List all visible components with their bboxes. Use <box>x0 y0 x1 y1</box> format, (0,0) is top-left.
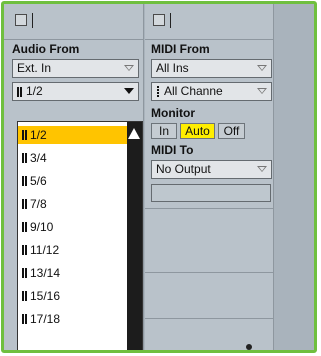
midi-to-value: No Output <box>156 162 211 176</box>
midi-channel-chooser[interactable]: All Channe <box>151 82 272 101</box>
dropdown-item-label: 11/12 <box>30 243 60 257</box>
stereo-channel-icon <box>17 87 22 97</box>
chevron-down-icon <box>257 166 267 172</box>
dropdown-item-label: 9/10 <box>30 220 54 234</box>
partial-track-header <box>275 4 314 40</box>
dropdown-item[interactable]: 11/12 <box>18 241 128 259</box>
divider <box>145 318 273 319</box>
scroll-up-arrow-icon[interactable] <box>128 128 140 139</box>
stereo-channel-icon <box>22 153 27 163</box>
midi-to-chooser[interactable]: No Output <box>151 160 272 179</box>
stereo-channel-icon <box>22 268 27 278</box>
chevron-down-icon <box>124 88 134 94</box>
stereo-channel-icon <box>22 314 27 324</box>
stereo-channel-icon <box>22 176 27 186</box>
track-arm-box[interactable] <box>15 14 27 26</box>
audio-input-type-value: Ext. In <box>17 61 52 75</box>
audio-input-type-chooser[interactable]: Ext. In <box>12 59 139 78</box>
track-arm-box[interactable] <box>153 14 165 26</box>
dropdown-item-label: 17/18 <box>30 312 61 326</box>
input-channel-dropdown[interactable]: 1/2 3/4 5/6 7/8 9/10 11/12 13/14 15/16 17/18 <box>17 121 143 350</box>
chevron-down-icon <box>257 65 267 71</box>
dropdown-item[interactable]: 5/6 <box>18 172 128 190</box>
dropdown-item-label: 1/2 <box>30 128 47 142</box>
dropdown-item[interactable]: 15/16 <box>18 287 128 305</box>
stereo-channel-icon <box>22 199 27 209</box>
text-cursor-icon <box>32 13 33 28</box>
dropdown-item-label: 3/4 <box>30 151 47 165</box>
monitor-off-button[interactable]: Off <box>218 123 245 139</box>
divider <box>145 208 273 209</box>
dropdown-item[interactable]: 9/10 <box>18 218 128 236</box>
dropdown-item-label: 15/16 <box>30 289 61 303</box>
audio-input-channel-chooser[interactable]: 1/2 <box>12 82 139 101</box>
midi-channel-value: All Channe <box>164 84 223 98</box>
audio-input-channel-value: 1/2 <box>26 84 43 98</box>
midi-from-chooser[interactable]: All Ins <box>151 59 272 78</box>
partial-track-strip <box>275 4 314 350</box>
track-io-panel: Audio From Ext. In 1/2 MIDI From All Ins… <box>1 1 317 353</box>
dropdown-item[interactable]: 3/4 <box>18 149 128 167</box>
dropdown-item[interactable]: 7/8 <box>18 195 128 213</box>
monitor-auto-button[interactable]: Auto <box>180 123 215 139</box>
dropdown-item[interactable]: 1/2 <box>18 126 128 144</box>
audio-track-header <box>4 4 143 40</box>
dropdown-item-label: 5/6 <box>30 174 47 188</box>
midi-to-channel-field[interactable] <box>151 184 271 202</box>
dropdown-scrollbar[interactable] <box>127 122 142 350</box>
midi-from-label: MIDI From <box>151 42 210 56</box>
text-cursor-icon <box>170 13 171 28</box>
dropdown-item-label: 7/8 <box>30 197 47 211</box>
midi-track-strip: MIDI From All Ins All Channe Monitor In … <box>145 4 274 350</box>
midi-track-header <box>145 4 273 40</box>
channel-icon <box>157 86 159 98</box>
pan-knob-icon[interactable] <box>246 344 252 350</box>
midi-to-label: MIDI To <box>151 143 194 157</box>
dropdown-item-label: 13/14 <box>30 266 61 280</box>
dropdown-item[interactable]: 13/14 <box>18 264 128 282</box>
dropdown-item[interactable]: 17/18 <box>18 310 128 328</box>
monitor-in-button[interactable]: In <box>151 123 177 139</box>
monitor-label: Monitor <box>151 106 195 120</box>
chevron-down-icon <box>124 65 134 71</box>
stereo-channel-icon <box>22 245 27 255</box>
divider <box>145 272 273 273</box>
stereo-channel-icon <box>22 130 27 140</box>
stereo-channel-icon <box>22 291 27 301</box>
midi-from-value: All Ins <box>156 61 189 75</box>
audio-from-label: Audio From <box>12 42 80 56</box>
stereo-channel-icon <box>22 222 27 232</box>
chevron-down-icon <box>257 88 267 94</box>
